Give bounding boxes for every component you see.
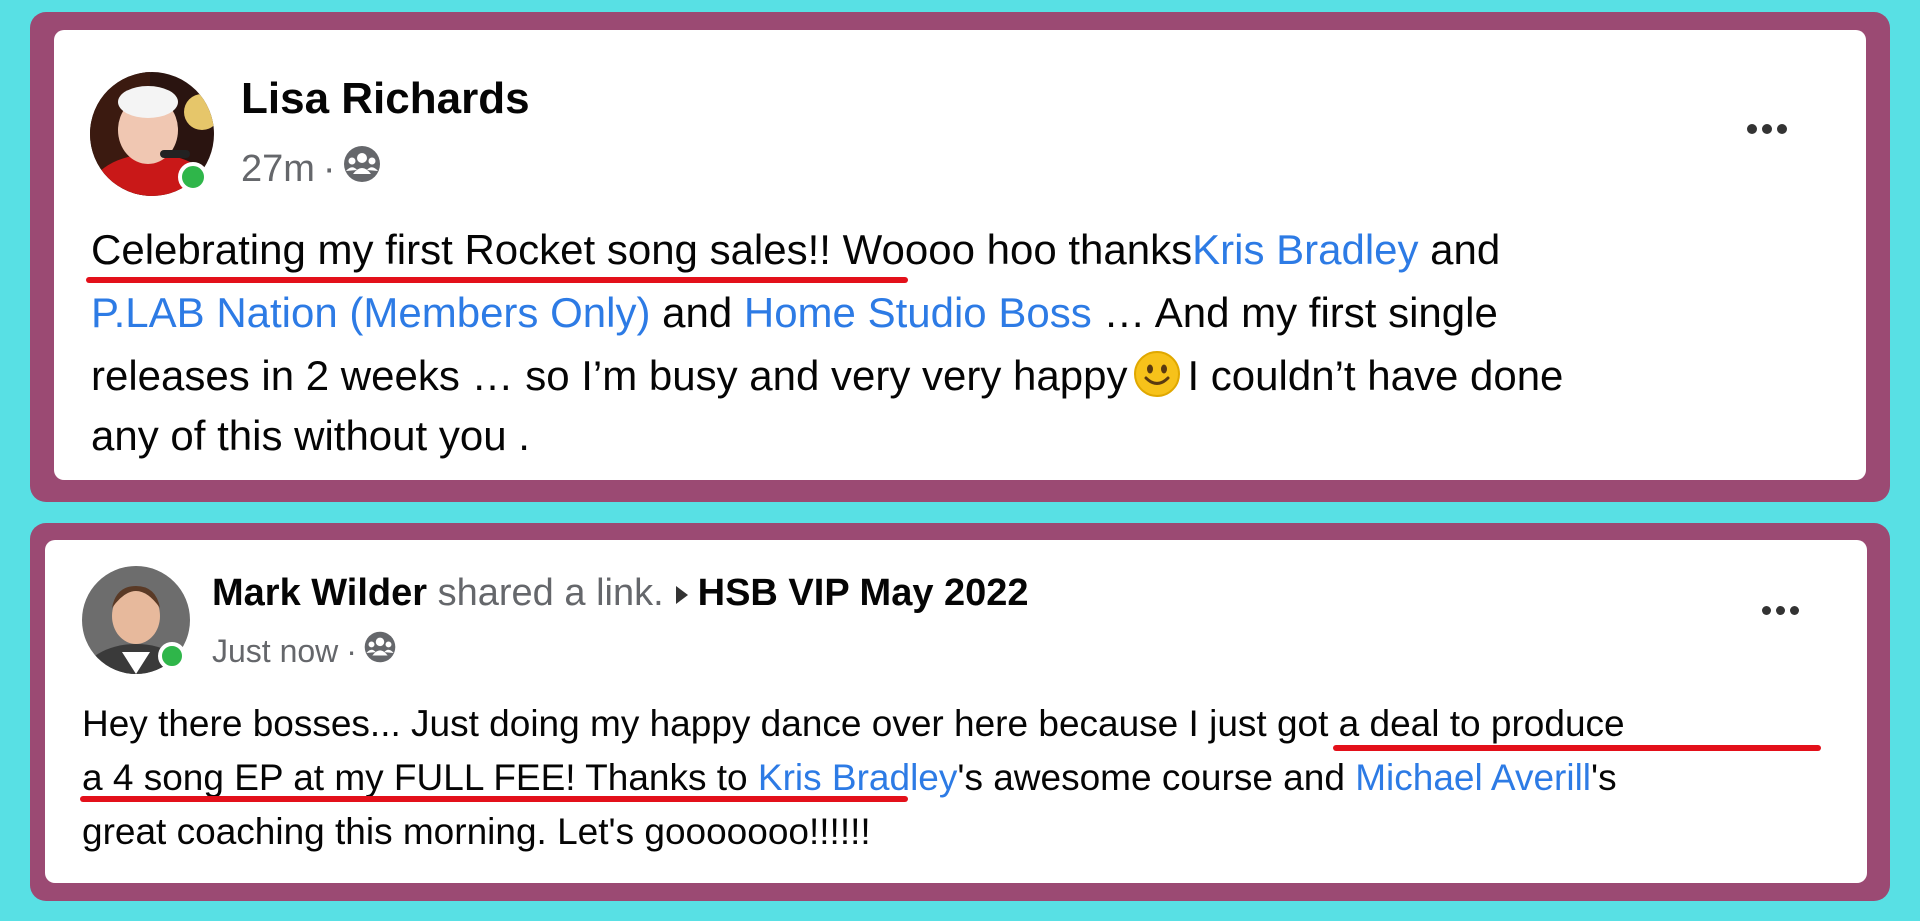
text-segment: and [650,289,744,336]
red-underline [86,277,908,283]
post-meta: 27m · [241,144,382,194]
post-line: releases in 2 weeks … so I’m busy and ve… [91,350,1563,408]
smile-emoji-icon [1133,350,1181,408]
text-segment: Hey there bosses... Just doing my happy … [82,703,1199,744]
dot [1776,606,1785,615]
author-name[interactable]: Lisa Richards [241,74,530,124]
text-segment: great coaching this morning. Let's goooo… [82,811,871,852]
online-status-dot [158,642,186,670]
dot [1790,606,1799,615]
red-underline [1333,745,1821,751]
dot [1762,606,1771,615]
highlighted-text: just got a deal to produce [1209,703,1625,744]
meta-separator: · [322,147,336,190]
dot [1747,124,1757,134]
post-line: Hey there bosses... Just doing my happy … [82,703,1625,745]
highlighted-text: a 4 song EP at my FULL FEE! Thanks to [82,757,758,798]
mention-home-studio-boss[interactable]: Home Studio Boss [744,289,1092,336]
text-segment: … And my first single [1091,289,1498,336]
post-header: Mark Wilder shared a link. HSB VIP May 20… [212,572,1029,615]
text-segment: any of this without you . [91,412,530,459]
arrow-right-icon [675,586,688,604]
mention-plab-nation[interactable]: P.LAB Nation (Members Only) [91,289,650,336]
mention-michael-averill[interactable]: Michael Averill [1355,757,1591,798]
post-line: any of this without you . [91,412,530,460]
dot [1762,124,1772,134]
post-action: shared a link. [437,572,664,614]
post-meta: Just now · [212,630,397,672]
dot [1777,124,1787,134]
text-segment: 's awesome course and [957,757,1356,798]
more-options-button[interactable] [1747,124,1787,134]
mention-kris-bradley[interactable]: Kris Bradley [758,757,957,798]
post-timestamp[interactable]: Just now [212,633,338,670]
text-segment: 's [1591,757,1617,798]
post-line: great coaching this morning. Let's goooo… [82,811,871,853]
text-segment: and [1418,226,1501,273]
author-name[interactable]: Mark Wilder [212,572,427,614]
post-card-mark: Mark Wilder shared a link. HSB VIP May 20… [45,540,1867,883]
text-segment: releases in 2 weeks … so I’m busy and ve… [91,352,1128,399]
red-underline [80,796,908,802]
highlighted-text: Celebrating my first Rocket song sales [91,226,808,273]
more-options-button[interactable] [1762,606,1799,615]
group-name[interactable]: HSB VIP May 2022 [698,572,1029,614]
group-icon [363,630,397,672]
post-card-lisa: Lisa Richards 27m · Celebrating my first… [54,30,1866,480]
post-timestamp[interactable]: 27m [241,148,315,191]
post-line: Celebrating my first Rocket song sales!!… [91,226,1500,274]
mention-kris-bradley[interactable]: Kris Bradley [1192,226,1418,273]
post-line: P.LAB Nation (Members Only) and Home Stu… [91,289,1498,337]
post-line: a 4 song EP at my FULL FEE! Thanks to Kr… [82,757,1617,799]
meta-separator: · [346,632,357,669]
online-status-dot [178,162,208,192]
group-icon [342,144,382,194]
text-segment: !! Woooo hoo thanks [807,226,1193,273]
text-segment: I couldn’t have done [1187,352,1564,399]
